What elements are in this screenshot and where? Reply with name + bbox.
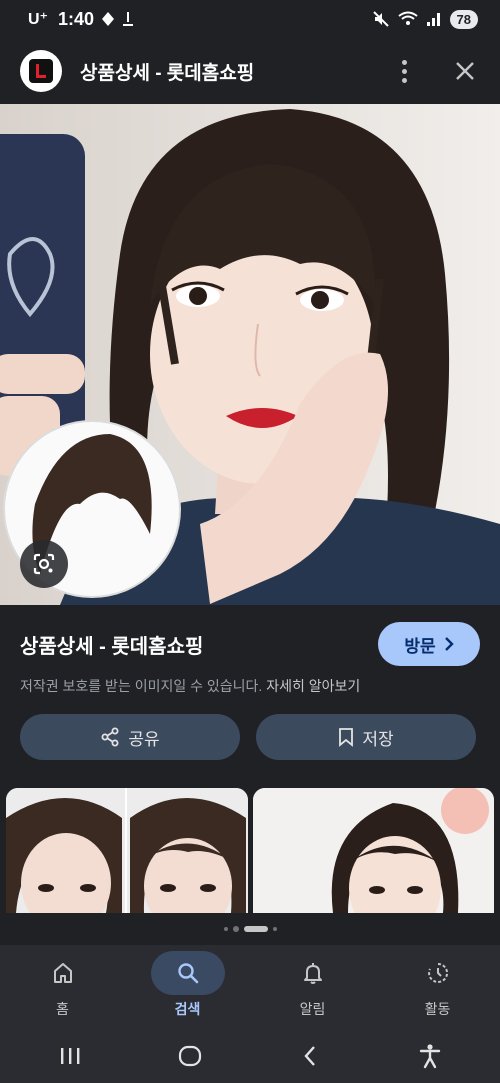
nav-home[interactable]: 홈 (0, 945, 125, 1029)
mute-icon (372, 11, 389, 27)
result-title: 상품상세 - 롯데홈쇼핑 (20, 636, 204, 658)
header-title: 상품상세 - 롯데홈쇼핑 (80, 62, 255, 84)
system-navigation (0, 1029, 500, 1083)
history-icon (427, 962, 448, 983)
bookmark-icon (339, 728, 354, 747)
bell-icon (303, 963, 322, 984)
recent-apps-icon (61, 1048, 80, 1064)
save-button[interactable]: 저장 (256, 714, 476, 760)
nav-notifications-label: 알림 (299, 1001, 326, 1017)
chevron-right-icon (444, 637, 454, 651)
result-image[interactable] (0, 104, 500, 605)
close-icon[interactable] (450, 56, 480, 86)
related-image-1[interactable] (6, 788, 248, 913)
carousel-indicator (0, 926, 500, 932)
site-logo[interactable] (20, 50, 62, 92)
save-label: 저장 (362, 729, 394, 749)
visit-button[interactable]: 방문 (378, 622, 480, 666)
bottom-navigation: 홈 검색 알림 활동 (0, 945, 500, 1029)
home-button[interactable] (166, 1036, 214, 1076)
notification-icon (102, 12, 115, 26)
wifi-icon (397, 11, 418, 25)
nav-activity-label: 활동 (424, 1001, 451, 1017)
back-button[interactable] (286, 1036, 334, 1076)
visit-label: 방문 (404, 636, 436, 656)
share-button[interactable]: 공유 (20, 714, 240, 760)
carrier-label: U⁺ (28, 11, 48, 28)
more-options-icon[interactable] (392, 56, 416, 86)
lens-search-button[interactable] (20, 540, 68, 588)
download-icon (123, 12, 134, 26)
back-icon (304, 1046, 315, 1066)
copyright-notice: 저작권 보호를 받는 이미지일 수 있습니다. 자세히 알아보기 (20, 676, 360, 696)
recent-apps-button[interactable] (46, 1036, 94, 1076)
carousel-dot-active (243, 926, 268, 932)
related-images (0, 788, 500, 913)
google-lens-icon (33, 553, 55, 575)
nav-search-label: 검색 (174, 1001, 201, 1017)
viewer-header: 상품상세 - 롯데홈쇼핑 (0, 38, 500, 104)
nav-home-label: 홈 (56, 1001, 69, 1017)
accessibility-icon (419, 1044, 441, 1069)
home-icon (53, 963, 72, 983)
home-circle-icon (178, 1045, 202, 1067)
copyright-text: 저작권 보호를 받는 이미지일 수 있습니다. (20, 678, 263, 694)
carousel-dot (223, 927, 228, 931)
related-image-2[interactable] (253, 788, 494, 913)
carousel-dot (232, 926, 239, 932)
battery-indicator: 78 (449, 9, 478, 29)
carousel-dot (272, 927, 277, 931)
nav-notifications[interactable]: 알림 (250, 945, 375, 1029)
nav-search[interactable]: 검색 (125, 945, 250, 1029)
status-bar: U⁺ 1:40 78 (0, 0, 500, 38)
status-time: 1:40 (58, 8, 95, 29)
accessibility-button[interactable] (406, 1036, 454, 1076)
nav-activity[interactable]: 활동 (375, 945, 500, 1029)
share-icon (101, 727, 119, 747)
share-label: 공유 (128, 729, 160, 749)
search-icon (177, 963, 198, 984)
learn-more-link[interactable]: 자세히 알아보기 (266, 678, 360, 694)
signal-icon (426, 13, 440, 26)
